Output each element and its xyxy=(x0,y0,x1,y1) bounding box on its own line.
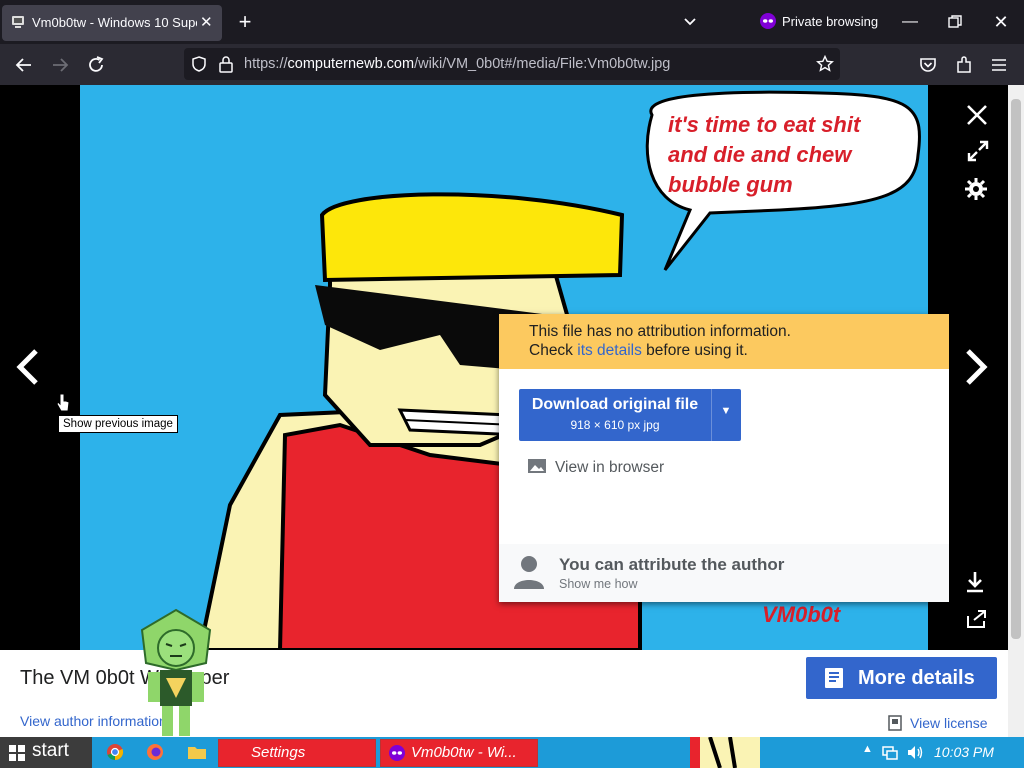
page-scrollbar[interactable] xyxy=(1008,85,1024,737)
os-taskbar: start Settings Vm0b0tw - Wi... ▲ 10:03 P… xyxy=(0,737,1024,768)
download-original-button[interactable]: Download original file 918 × 610 px jpg … xyxy=(519,389,741,441)
download-panel: This file has no attribution information… xyxy=(499,314,949,602)
reload-icon[interactable] xyxy=(83,52,109,78)
site-favicon-icon xyxy=(12,16,24,28)
scrollbar-thumb[interactable] xyxy=(1011,99,1021,639)
volume-icon[interactable] xyxy=(906,745,924,760)
media-viewer: it's time to eat shit and die and chew b… xyxy=(0,85,1008,650)
attribute-title: You can attribute the author xyxy=(559,555,785,574)
close-viewer-icon[interactable] xyxy=(965,103,989,127)
tab-close-icon[interactable]: ✕ xyxy=(200,13,213,31)
tracking-shield-icon[interactable] xyxy=(190,55,208,73)
tab-title: Vm0b0tw - Windows 10 Super xyxy=(32,15,197,30)
url-scheme: https:// xyxy=(244,56,288,72)
private-browsing-indicator: Private browsing xyxy=(760,13,878,29)
new-tab-button[interactable]: + xyxy=(232,9,258,35)
tray-expand-icon[interactable]: ▲ xyxy=(862,743,873,755)
download-separator xyxy=(711,389,712,441)
back-arrow-icon[interactable] xyxy=(11,52,37,78)
start-label: start xyxy=(32,740,69,761)
url-domain: computernewb.com xyxy=(287,56,415,72)
view-license-link[interactable]: View license xyxy=(910,715,988,731)
start-button[interactable]: start xyxy=(0,737,92,768)
more-details-button[interactable]: More details xyxy=(806,657,997,699)
url-path: /wiki/VM_0b0t#/media/File:Vm0b0tw.jpg xyxy=(414,56,671,72)
network-icon[interactable] xyxy=(882,745,898,760)
list-all-tabs-chevron-icon[interactable] xyxy=(680,12,700,32)
speech-line-3: bubble gum xyxy=(668,172,793,197)
firefox-icon[interactable] xyxy=(146,743,164,761)
warning-after-text: before using it. xyxy=(641,342,748,359)
view-in-browser-link[interactable]: View in browser xyxy=(527,458,664,477)
private-label: Private browsing xyxy=(782,14,879,29)
show-me-how-link[interactable]: Show me how xyxy=(559,577,638,591)
windows-logo-icon xyxy=(9,745,25,761)
details-document-icon xyxy=(825,668,843,688)
warning-line-2: Check its details before using it. xyxy=(529,341,949,360)
task-browser-label: Vm0b0tw - Wi... xyxy=(411,744,517,761)
bookmark-star-icon[interactable] xyxy=(816,55,834,73)
navigation-toolbar: https://computernewb.com/wiki/VM_0b0t#/m… xyxy=(0,44,1024,85)
desktop-mascot-character[interactable] xyxy=(130,608,222,738)
view-in-browser-label: View in browser xyxy=(555,459,665,476)
taskbar-browser-button[interactable]: Vm0b0tw - Wi... xyxy=(380,739,538,767)
next-image-chevron-icon[interactable] xyxy=(962,347,992,387)
forward-arrow-icon[interactable] xyxy=(47,52,73,78)
download-meta: 918 × 610 px jpg xyxy=(570,418,660,432)
file-explorer-icon[interactable] xyxy=(187,744,207,760)
private-mask-icon xyxy=(760,13,776,29)
download-options-dropdown-icon[interactable]: ▼ xyxy=(717,405,735,417)
extensions-puzzle-icon[interactable] xyxy=(954,55,974,75)
url-bar[interactable]: https://computernewb.com/wiki/VM_0b0t#/m… xyxy=(184,48,840,80)
system-clock[interactable]: 10:03 PM xyxy=(934,744,994,760)
share-icon[interactable] xyxy=(965,608,987,630)
taskbar-settings-button[interactable]: Settings xyxy=(218,739,376,767)
download-icon[interactable] xyxy=(964,570,986,594)
fullscreen-icon[interactable] xyxy=(966,139,990,163)
taskbar-wallpaper-strip xyxy=(690,737,760,768)
close-window-icon[interactable]: ✕ xyxy=(987,8,1015,36)
restore-icon[interactable] xyxy=(941,8,969,36)
user-avatar-icon xyxy=(514,556,544,589)
previous-image-chevron-icon[interactable] xyxy=(12,347,42,387)
pocket-icon[interactable] xyxy=(918,55,938,75)
task-settings-label: Settings xyxy=(251,744,306,761)
settings-gear-icon[interactable] xyxy=(964,177,988,201)
minimize-icon[interactable]: — xyxy=(896,8,924,36)
warning-check-text: Check xyxy=(529,342,578,359)
taskbar-private-icon xyxy=(389,745,405,761)
url-text[interactable]: https://computernewb.com/wiki/VM_0b0t#/m… xyxy=(244,56,670,72)
speech-line-2: and die and chew xyxy=(668,142,853,167)
image-icon xyxy=(528,459,546,473)
license-icon xyxy=(888,715,902,731)
lock-icon[interactable] xyxy=(218,55,234,73)
attribution-warning: This file has no attribution information… xyxy=(499,314,949,369)
more-details-label: More details xyxy=(858,667,975,689)
warning-line-1: This file has no attribution information… xyxy=(529,323,791,340)
attribute-author-section[interactable]: You can attribute the author Show me how xyxy=(499,544,949,602)
tab-active[interactable]: Vm0b0tw - Windows 10 Super ✕ xyxy=(2,5,222,41)
tab-bar: Vm0b0tw - Windows 10 Super ✕ + Private b… xyxy=(0,0,1024,44)
hand-cursor-icon xyxy=(56,393,70,412)
artist-signature: VM0b0t xyxy=(762,602,842,627)
image-info-bar: The VM 0b0t Wallpaper View author inform… xyxy=(0,608,1008,737)
its-details-link[interactable]: its details xyxy=(577,342,642,359)
download-label: Download original file xyxy=(531,396,699,413)
previous-image-tooltip: Show previous image xyxy=(58,415,178,433)
speech-line-1: it's time to eat shit xyxy=(668,112,862,137)
hamburger-menu-icon[interactable] xyxy=(990,56,1008,74)
chrome-icon[interactable] xyxy=(106,743,124,761)
